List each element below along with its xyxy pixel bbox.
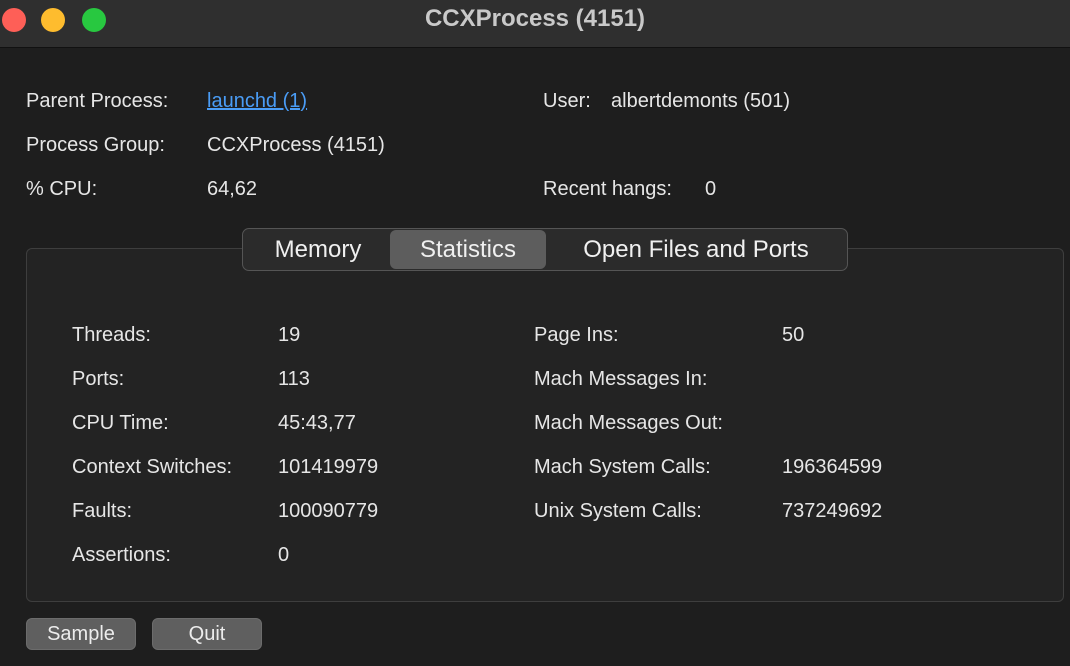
context-switches-label: Context Switches:	[72, 456, 233, 478]
cpu-label: % CPU:	[26, 178, 98, 200]
recent-hangs-label: Recent hangs:	[543, 178, 672, 200]
faults-value: 100090779	[278, 500, 379, 522]
process-group-label: Process Group:	[26, 134, 165, 156]
tab-memory[interactable]: Memory	[247, 230, 389, 269]
user-label: User:	[543, 90, 591, 112]
tab-bar: Memory Statistics Open Files and Ports	[242, 228, 848, 271]
page-ins-value: 50	[782, 324, 805, 346]
parent-process-link[interactable]: launchd (1)	[207, 90, 307, 113]
mach-messages-out-label: Mach Messages Out:	[534, 412, 723, 434]
cpu-value: 64,62	[207, 178, 258, 200]
context-switches-value: 101419979	[278, 456, 379, 478]
ports-label: Ports:	[72, 368, 125, 390]
unix-system-calls-value: 737249692	[782, 500, 883, 522]
faults-label: Faults:	[72, 500, 133, 522]
ports-value: 113	[278, 368, 310, 390]
mach-system-calls-label: Mach System Calls:	[534, 456, 711, 478]
tab-open-files-and-ports[interactable]: Open Files and Ports	[548, 230, 844, 269]
mach-messages-in-label: Mach Messages In:	[534, 368, 708, 390]
cpu-time-value: 45:43,77	[278, 412, 356, 434]
quit-button[interactable]: Quit	[152, 618, 262, 650]
threads-label: Threads:	[72, 324, 151, 346]
assertions-value: 0	[278, 544, 290, 566]
user-value: albertdemonts (501)	[611, 90, 790, 112]
process-group-value: CCXProcess (4151)	[207, 134, 385, 156]
recent-hangs-value: 0	[705, 178, 717, 200]
cpu-time-label: CPU Time:	[72, 412, 169, 434]
window-title: CCXProcess (4151)	[424, 5, 646, 32]
mach-system-calls-value: 196364599	[782, 456, 883, 478]
parent-process-label: Parent Process:	[26, 90, 169, 112]
sample-button[interactable]: Sample	[26, 618, 136, 650]
tab-statistics[interactable]: Statistics	[390, 230, 546, 269]
unix-system-calls-label: Unix System Calls:	[534, 500, 702, 522]
title-bar: CCXProcess (4151)	[0, 0, 1070, 48]
assertions-label: Assertions:	[72, 544, 171, 566]
page-ins-label: Page Ins:	[534, 324, 619, 346]
threads-value: 19	[278, 324, 301, 346]
